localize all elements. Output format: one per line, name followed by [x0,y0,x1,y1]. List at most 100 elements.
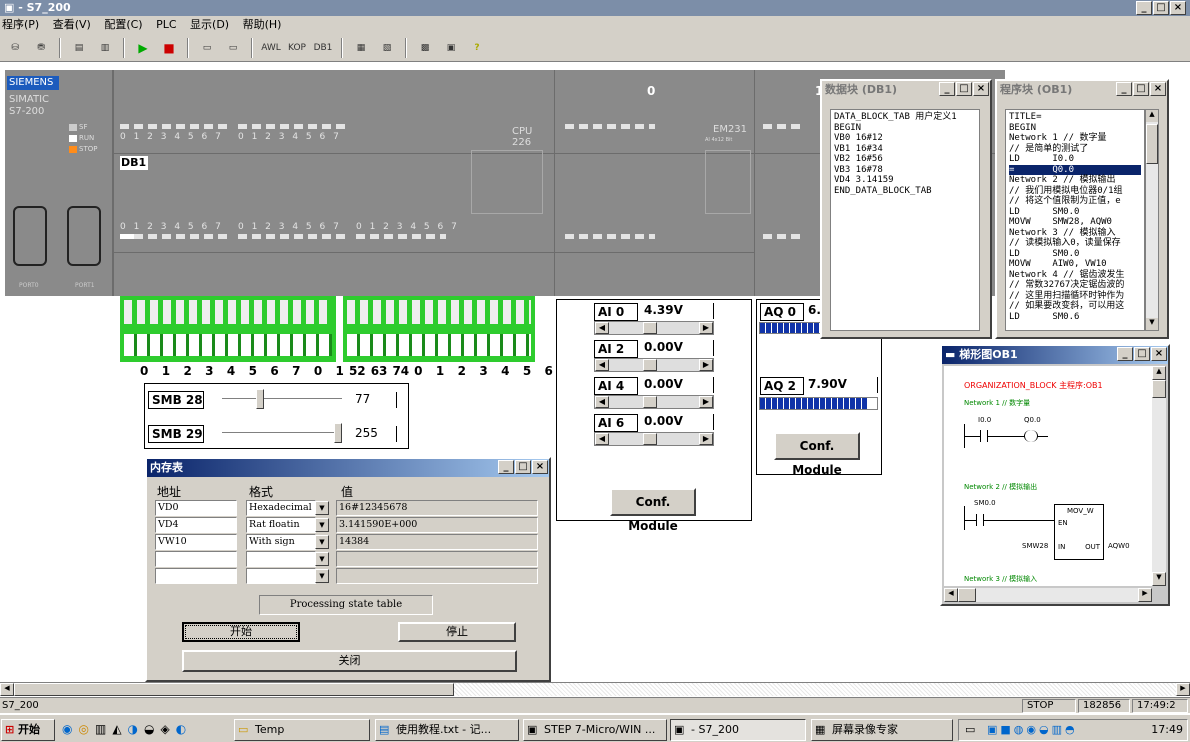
task-recorder[interactable]: ▦ 屏幕录像专家 [811,719,953,741]
mail-icon[interactable]: ◎ [78,722,88,736]
dropdown-arrow-icon[interactable]: ▼ [315,552,329,566]
load-icon[interactable]: ⛃ [30,37,52,59]
task-s7-200[interactable]: ▣ - S7_200 [670,719,806,741]
monitor2-icon[interactable]: ▭ [222,37,244,59]
chart-icon[interactable]: ▧ [376,37,398,59]
ai0-slider[interactable]: ◀ ▶ [594,321,714,335]
scroll-right-icon[interactable]: ▶ [1176,683,1190,696]
minimize-button[interactable]: _ [1116,82,1132,96]
stop-icon[interactable]: ■ [158,37,180,59]
open-icon[interactable]: ⛁ [4,37,26,59]
close-button[interactable]: × [532,460,548,474]
switch-row[interactable] [347,300,531,324]
monitor-icon[interactable]: ▭ [196,37,218,59]
ladder-hscroll[interactable]: ◀ ▶ [944,588,1152,602]
media-icon[interactable]: ◒ [144,722,154,736]
user-icon[interactable]: ◭ [112,722,121,736]
disc-icon[interactable]: ◐ [176,722,186,736]
task-temp[interactable]: ▭ Temp [234,719,370,741]
format-select[interactable] [246,568,316,584]
start-button[interactable]: 开始 [182,622,300,642]
ladder-canvas[interactable]: ORGANIZATION_BLOCK 主程序:OB1 Network 1 // … [944,366,1152,586]
minimize-button[interactable]: _ [1136,1,1152,15]
scroll-left-icon[interactable]: ◀ [944,588,958,602]
scroll-right-icon[interactable]: ▶ [1138,588,1152,602]
aq-conf-module-button[interactable]: Conf. Module [774,432,860,477]
address-input[interactable]: VD4 [155,517,237,533]
menu-view[interactable]: 查看(V) [53,18,91,31]
ladder-vscroll[interactable]: ▲ ▼ [1152,366,1166,586]
menu-display[interactable]: 显示(D) [190,18,229,31]
smb29-slider-thumb[interactable] [334,423,342,443]
close-button[interactable]: × [1151,347,1167,361]
start-menu-button[interactable]: ⊞ 开始 [1,719,55,741]
maximize-button[interactable]: □ [956,82,972,96]
menu-help[interactable]: 帮助(H) [243,18,282,31]
task-step7[interactable]: ▣ STEP 7-Micro/WIN ... [523,719,667,741]
maximize-button[interactable]: □ [1153,1,1169,15]
run-icon[interactable]: ▶ [132,37,154,59]
switch-row[interactable] [124,334,332,356]
scroll-thumb[interactable] [1152,380,1166,398]
scroll-left-icon[interactable]: ◀ [0,683,14,696]
maximize-button[interactable]: □ [1133,82,1149,96]
program-text[interactable]: TITLE= BEGIN Network 1 // 数字量 // 是简单的测试了… [1005,109,1145,331]
upload-icon[interactable]: ▤ [68,37,90,59]
close-table-button[interactable]: 关闭 [182,650,517,672]
app-icon[interactable]: ◈ [161,722,170,736]
address-input[interactable] [155,551,237,567]
config-icon[interactable]: ▣ [440,37,462,59]
table-icon[interactable]: ▦ [350,37,372,59]
format-select[interactable]: Hexadecimal [246,500,316,516]
maximize-button[interactable]: □ [1134,347,1150,361]
ie-icon[interactable]: ◉ [62,722,72,736]
format-select[interactable]: Rat floatin [246,517,316,533]
menu-config[interactable]: 配置(C) [104,18,142,31]
scroll-down-icon[interactable]: ▼ [1152,572,1166,586]
tray-icon[interactable]: ▭ [965,720,975,740]
tray-icons[interactable]: ▣■◍◉◒▥◓ [987,720,1078,740]
scroll-thumb[interactable] [958,588,976,602]
minimize-button[interactable]: _ [1117,347,1133,361]
dropdown-arrow-icon[interactable]: ▼ [315,569,329,583]
browser-icon[interactable]: ◑ [128,722,138,736]
db1-button[interactable]: DB1 [312,37,334,59]
smb29-slider-track[interactable] [222,432,342,435]
kop-button[interactable]: KOP [286,37,308,59]
datablock-text[interactable]: DATA_BLOCK_TAB 用户定义1 BEGIN VB0 16#12 VB1… [830,109,980,331]
scroll-up-icon[interactable]: ▲ [1152,366,1166,380]
smb28-slider-track[interactable] [222,398,342,401]
smb28-slider-thumb[interactable] [256,389,264,409]
download-icon[interactable]: ▥ [94,37,116,59]
menu-plc[interactable]: PLC [156,18,176,31]
ai6-slider[interactable]: ◀ ▶ [594,432,714,446]
close-button[interactable]: × [1170,1,1186,15]
address-input[interactable] [155,568,237,584]
awl-button[interactable]: AWL [260,37,282,59]
maximize-button[interactable]: □ [515,460,531,474]
task-notepad[interactable]: ▤ 使用教程.txt - 记... [375,719,519,741]
close-button[interactable]: × [1150,82,1166,96]
scroll-down-icon[interactable]: ▼ [1146,318,1158,330]
program-scrollbar[interactable]: ▲ ▼ [1145,109,1159,331]
switch-row[interactable] [347,334,531,356]
dropdown-arrow-icon[interactable]: ▼ [315,535,329,549]
format-select[interactable]: With sign [246,534,316,550]
scroll-up-icon[interactable]: ▲ [1146,110,1158,122]
switch-row[interactable] [124,300,332,324]
ai-conf-module-button[interactable]: Conf. Module [610,488,696,533]
address-input[interactable]: VD0 [155,500,237,516]
ai4-slider[interactable]: ◀ ▶ [594,395,714,409]
minimize-button[interactable]: _ [939,82,955,96]
minimize-button[interactable]: _ [498,460,514,474]
address-input[interactable]: VW10 [155,534,237,550]
dropdown-arrow-icon[interactable]: ▼ [315,501,329,515]
tsdm-icon[interactable]: ▩ [414,37,436,59]
menu-program[interactable]: 程序(P) [2,18,39,31]
help-icon[interactable]: ? [466,37,488,59]
stop-button[interactable]: 停止 [398,622,516,642]
workspace-hscroll[interactable]: ◀ ▶ [0,682,1190,696]
dropdown-arrow-icon[interactable]: ▼ [315,518,329,532]
close-button[interactable]: × [973,82,989,96]
scroll-thumb[interactable] [14,683,454,696]
